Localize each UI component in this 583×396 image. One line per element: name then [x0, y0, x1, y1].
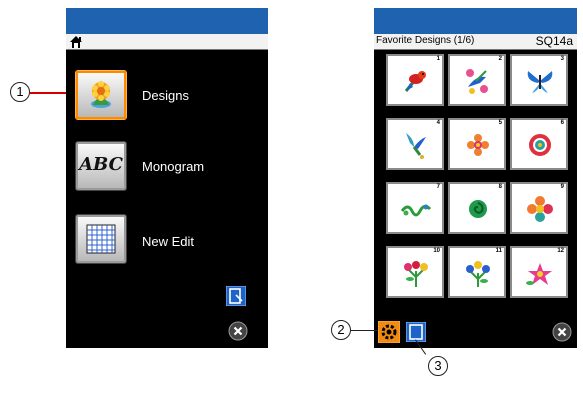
- grid-edit-icon: [86, 224, 116, 254]
- callout-1: 1: [10, 82, 30, 102]
- tile-number: 10: [433, 248, 440, 254]
- edit-screen-icon[interactable]: [226, 286, 246, 306]
- swirl-vine-icon: [400, 204, 432, 217]
- design-tile-3[interactable]: 3: [510, 54, 568, 106]
- design-tile-8[interactable]: 8: [448, 182, 506, 234]
- callout-2: 2: [331, 320, 351, 340]
- design-tile-10[interactable]: 10: [386, 246, 444, 298]
- tile-number: 11: [495, 248, 502, 254]
- close-icon[interactable]: [552, 322, 572, 342]
- tile-number: 7: [436, 184, 440, 190]
- hummingbird-icon: [406, 133, 426, 159]
- design-tile-6[interactable]: 6: [510, 118, 568, 170]
- tile-number: 12: [557, 248, 564, 254]
- tile-number: 2: [498, 56, 502, 62]
- title-bar: [374, 8, 577, 34]
- design-tile-12[interactable]: 12: [510, 246, 568, 298]
- design-tile-9[interactable]: 9: [510, 182, 568, 234]
- title-bar: [66, 8, 268, 34]
- parrot-icon: [404, 71, 426, 92]
- tile-number: 9: [560, 184, 564, 190]
- tile-number: 8: [498, 184, 502, 190]
- design-tile-4[interactable]: 4: [386, 118, 444, 170]
- bird-flower-icon: [466, 69, 488, 94]
- design-tile-1[interactable]: 1: [386, 54, 444, 106]
- tile-number: 4: [436, 120, 440, 126]
- tile-number: 1: [436, 56, 440, 62]
- settings-icon[interactable]: [378, 321, 400, 343]
- callout-3: 3: [428, 356, 448, 376]
- main-menu-screen: Designs ABC Monogram New Edit: [66, 8, 268, 348]
- flower-icon: [91, 81, 111, 108]
- callout-2-line: [351, 330, 378, 331]
- page-title: Favorite Designs (1/6): [376, 35, 475, 46]
- pinwheel-flower-icon: [527, 196, 553, 222]
- small-flower-icon: [467, 134, 489, 156]
- monogram-icon: ABC: [79, 154, 123, 175]
- monogram-label: Monogram: [142, 159, 205, 174]
- pink-lily-icon: [526, 263, 552, 285]
- round-flower-icon: [529, 134, 551, 156]
- designs-label: Designs: [142, 88, 189, 103]
- home-icon[interactable]: [69, 35, 83, 49]
- favorite-designs-screen: Favorite Designs (1/6) SQ14a 1 2 3 4 5 6…: [374, 8, 577, 348]
- close-icon[interactable]: [228, 321, 248, 341]
- tile-number: 6: [560, 120, 564, 126]
- tile-number: 3: [560, 56, 564, 62]
- design-code: SQ14a: [535, 34, 573, 48]
- new-edit-label: New Edit: [142, 234, 195, 249]
- tile-number: 5: [498, 120, 502, 126]
- flower-bouquet-icon: [404, 261, 428, 287]
- design-tile-5[interactable]: 5: [448, 118, 506, 170]
- new-edit-button[interactable]: [76, 215, 126, 263]
- blue-flowers-icon: [466, 261, 490, 287]
- design-tile-2[interactable]: 2: [448, 54, 506, 106]
- header-bar: [66, 34, 268, 50]
- green-swirl-icon: [469, 200, 487, 218]
- design-tile-7[interactable]: 7: [386, 182, 444, 234]
- monogram-button[interactable]: ABC: [76, 142, 126, 190]
- designs-button[interactable]: [76, 71, 126, 119]
- header-bar: Favorite Designs (1/6) SQ14a: [374, 34, 577, 50]
- butterfly-icon: [527, 71, 553, 93]
- design-tile-11[interactable]: 11: [448, 246, 506, 298]
